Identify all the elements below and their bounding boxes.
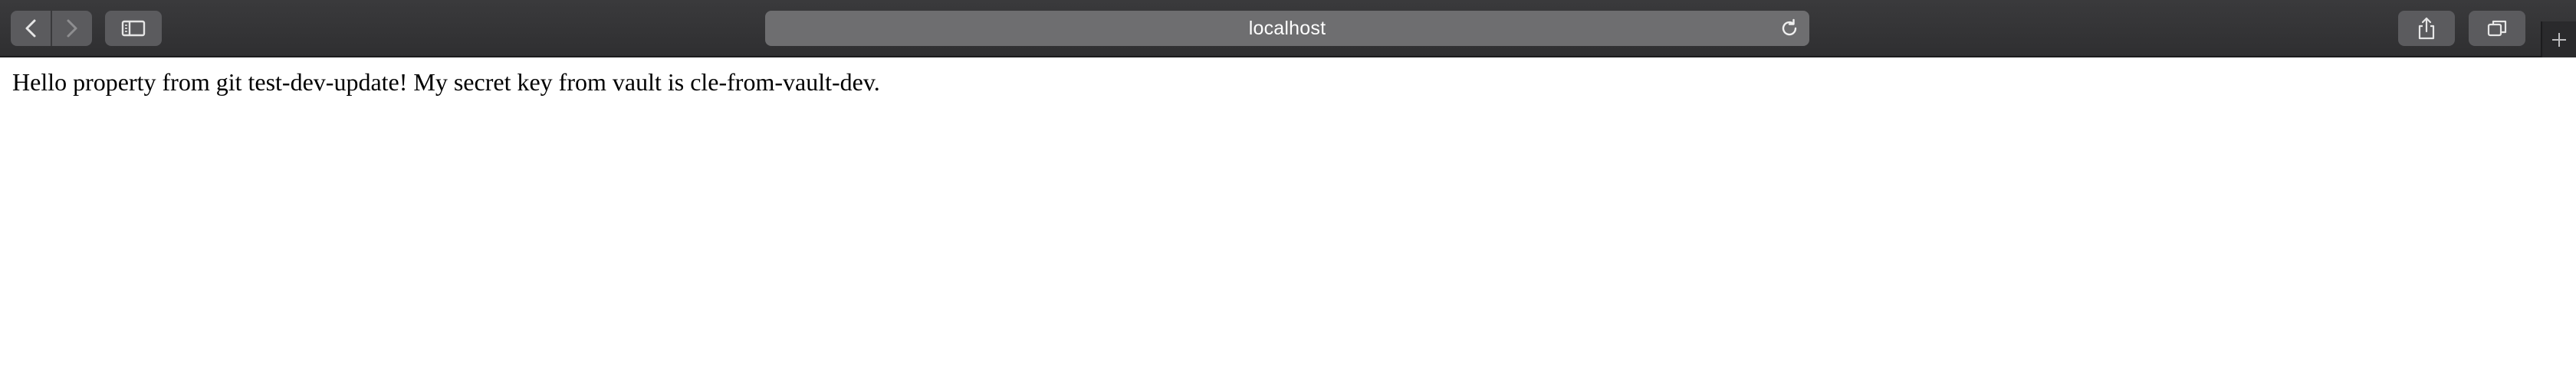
address-text: localhost [1248, 17, 1326, 39]
chevron-right-icon [67, 19, 77, 38]
browser-window: localhost Hello property from git test-d… [0, 0, 2576, 380]
browser-toolbar: localhost [0, 0, 2576, 57]
sidebar-button[interactable] [105, 11, 162, 46]
plus-icon [2552, 32, 2566, 47]
tabs-overview-icon [2487, 20, 2507, 37]
new-tab-button[interactable] [2541, 21, 2576, 57]
page-message: Hello property from git test-dev-update!… [12, 68, 880, 96]
sidebar-icon [121, 20, 146, 37]
chevron-left-icon [25, 19, 36, 38]
navigation-buttons [11, 11, 92, 46]
share-icon [2418, 17, 2435, 40]
back-button[interactable] [11, 11, 52, 46]
address-bar[interactable]: localhost [765, 11, 1809, 46]
share-button[interactable] [2398, 11, 2455, 46]
tab-overview-button[interactable] [2469, 11, 2525, 46]
forward-button[interactable] [52, 11, 92, 46]
reload-icon[interactable] [1779, 18, 1800, 39]
page-content: Hello property from git test-dev-update!… [0, 57, 2576, 380]
